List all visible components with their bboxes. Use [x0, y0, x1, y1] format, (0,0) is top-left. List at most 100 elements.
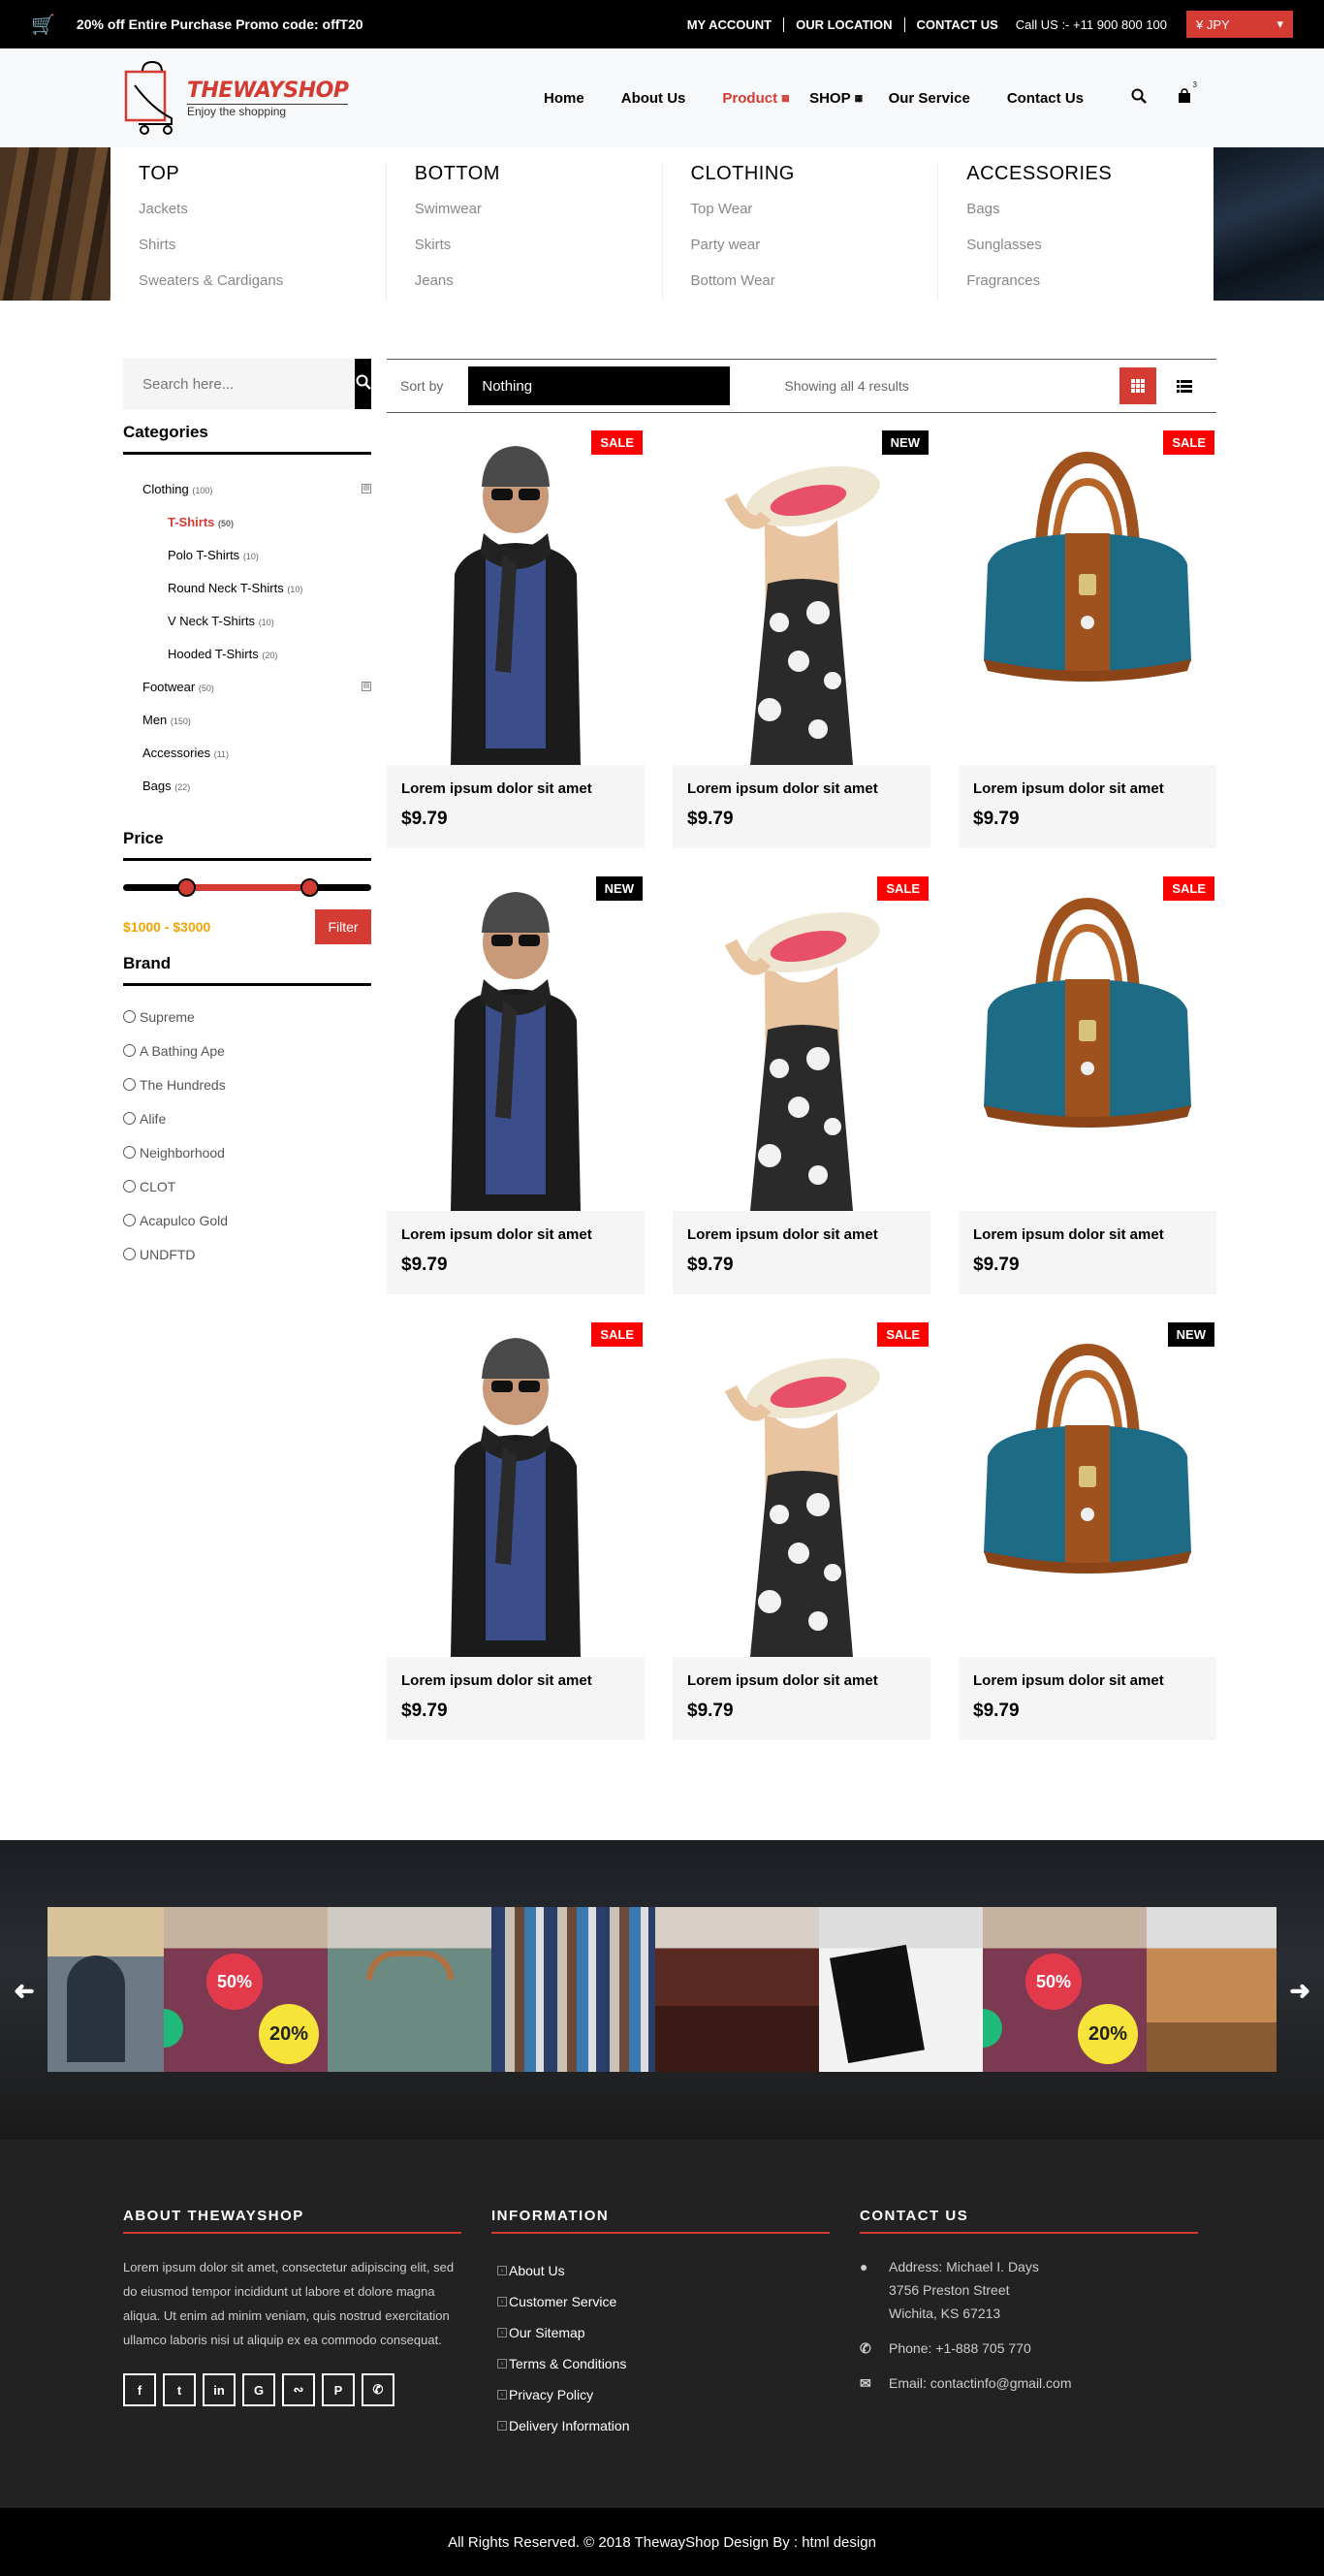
search-icon[interactable] [1131, 88, 1147, 109]
product-card[interactable]: NEW Lorem ipsum dolor sit amet $9.79 [387, 875, 645, 1294]
gallery-tile-sale-2[interactable]: 50% 20% [983, 1907, 1147, 2072]
category-hooded[interactable]: Hooded T-Shirts (20) [168, 637, 371, 670]
category-polo-t-shirts[interactable]: Polo T-Shirts (10) [168, 538, 371, 571]
whatsapp-icon[interactable]: ✆ [362, 2373, 394, 2406]
mega-link[interactable]: Top Wear [691, 201, 910, 217]
category-clothing[interactable]: Clothing (100) ▤ [142, 472, 371, 505]
price-slider[interactable] [123, 873, 371, 902]
facebook-icon[interactable]: f [123, 2373, 156, 2406]
mega-link[interactable]: Shirts [139, 237, 358, 253]
footer-link-about[interactable]: › About Us [491, 2255, 830, 2286]
radio-icon[interactable] [123, 1078, 136, 1091]
category-bags[interactable]: Bags (22) [142, 769, 371, 802]
brand-option[interactable]: UNDFTD [123, 1237, 371, 1271]
footer-link-delivery[interactable]: › Delivery Information [491, 2410, 830, 2441]
brand-option[interactable]: CLOT [123, 1169, 371, 1203]
mega-link[interactable]: Bags [966, 201, 1185, 217]
arrow-left-icon[interactable]: ➜ [14, 1976, 35, 2006]
category-t-shirts[interactable]: T-Shirts (50) [168, 505, 371, 538]
radio-icon[interactable] [123, 1112, 136, 1125]
nav-product[interactable]: Product ▦ [704, 90, 809, 107]
twitter-icon[interactable]: t [163, 2373, 196, 2406]
footer-link-terms[interactable]: › Terms & Conditions [491, 2348, 830, 2379]
nav-home[interactable]: Home [525, 90, 603, 107]
email-text[interactable]: Email: contactinfo@gmail.com [889, 2371, 1072, 2395]
mega-link[interactable]: Swimwear [415, 201, 634, 217]
gallery-tile-shoes[interactable] [655, 1907, 819, 2072]
product-name[interactable]: Lorem ipsum dolor sit amet [973, 780, 1202, 797]
product-card[interactable]: SALE Lorem ipsum dolor sit amet $9.79 [387, 1320, 645, 1740]
my-account-link[interactable]: MY ACCOUNT [676, 16, 785, 32]
mega-link[interactable]: Jeans [415, 272, 634, 289]
category-accessories[interactable]: Accessories (11) [142, 736, 371, 769]
footer-link-customer-service[interactable]: › Customer Service [491, 2286, 830, 2317]
pinterest-icon[interactable]: P [322, 2373, 355, 2406]
footer-link-privacy[interactable]: › Privacy Policy [491, 2379, 830, 2410]
category-round-neck[interactable]: Round Neck T-Shirts (10) [168, 571, 371, 604]
nav-contact-us[interactable]: Contact Us [989, 90, 1102, 107]
collapse-icon[interactable]: ▤ [362, 484, 371, 493]
product-image[interactable]: SALE [387, 429, 645, 765]
product-card[interactable]: SALE Lorem ipsum dolor sit amet $9.79 [673, 1320, 930, 1740]
product-image[interactable]: NEW [959, 1320, 1216, 1657]
brand-option[interactable]: Supreme [123, 1000, 371, 1034]
product-name[interactable]: Lorem ipsum dolor sit amet [401, 1672, 630, 1689]
product-name[interactable]: Lorem ipsum dolor sit amet [687, 1672, 916, 1689]
product-name[interactable]: Lorem ipsum dolor sit amet [973, 1672, 1202, 1689]
radio-icon[interactable] [123, 1044, 136, 1057]
google-plus-icon[interactable]: G [242, 2373, 275, 2406]
product-name[interactable]: Lorem ipsum dolor sit amet [973, 1226, 1202, 1243]
slider-handle-max[interactable] [300, 878, 319, 897]
cart-bag-icon[interactable]: 3 [1178, 80, 1197, 108]
grid-view-icon[interactable] [1119, 367, 1156, 404]
product-card[interactable]: SALE Lorem ipsum dolor sit amet $9.79 [673, 875, 930, 1294]
category-v-neck[interactable]: V Neck T-Shirts (10) [168, 604, 371, 637]
search-button[interactable] [355, 359, 371, 409]
radio-icon[interactable] [123, 1214, 136, 1226]
product-card[interactable]: NEW Lorem ipsum dolor sit amet $9.79 [673, 429, 930, 848]
list-view-icon[interactable] [1166, 367, 1203, 404]
category-men[interactable]: Men (150) [142, 703, 371, 736]
slider-handle-min[interactable] [177, 878, 196, 897]
mega-link[interactable]: Fragrances [966, 272, 1185, 289]
nav-about-us[interactable]: About Us [603, 90, 705, 107]
sort-select[interactable]: Nothing [468, 366, 731, 405]
currency-select[interactable]: ¥ JPY ▾ [1186, 11, 1293, 38]
mega-link[interactable]: Party wear [691, 237, 910, 253]
gallery-tile-sale[interactable]: 50% 20% [164, 1907, 328, 2072]
radio-icon[interactable] [123, 1146, 136, 1159]
our-location-link[interactable]: OUR LOCATION [784, 16, 905, 32]
mega-link[interactable]: Jackets [139, 201, 358, 217]
brand-option[interactable]: Acapulco Gold [123, 1203, 371, 1237]
mega-link[interactable]: Skirts [415, 237, 634, 253]
footer-link-sitemap[interactable]: › Our Sitemap [491, 2317, 830, 2348]
brand-option[interactable]: The Hundreds [123, 1067, 371, 1101]
arrow-right-icon[interactable]: ➜ [1289, 1976, 1310, 2006]
product-name[interactable]: Lorem ipsum dolor sit amet [401, 780, 630, 797]
radio-icon[interactable] [123, 1010, 136, 1023]
mega-link[interactable]: Sunglasses [966, 237, 1185, 253]
linkedin-icon[interactable]: in [203, 2373, 236, 2406]
radio-icon[interactable] [123, 1180, 136, 1193]
product-image[interactable]: SALE [387, 1320, 645, 1657]
product-name[interactable]: Lorem ipsum dolor sit amet [687, 1226, 916, 1243]
brand-option[interactable]: A Bathing Ape [123, 1034, 371, 1067]
category-footwear[interactable]: Footwear (50) ▤ [142, 670, 371, 703]
expand-icon[interactable]: ▤ [362, 682, 371, 691]
product-image[interactable]: NEW [387, 875, 645, 1211]
product-image[interactable]: SALE [673, 875, 930, 1211]
nav-shop[interactable]: SHOP ▦ [809, 90, 870, 107]
gallery-tile-shirt[interactable] [328, 1907, 491, 2072]
mega-link[interactable]: Bottom Wear [691, 272, 910, 289]
nav-our-service[interactable]: Our Service [870, 90, 989, 107]
contact-us-link[interactable]: CONTACT US [905, 17, 1010, 32]
filter-button[interactable]: Filter [315, 909, 371, 944]
gallery-tile-branding[interactable] [819, 1907, 983, 2072]
product-card[interactable]: SALE Lorem ipsum dolor sit amet $9.79 [959, 875, 1216, 1294]
product-image[interactable]: SALE [959, 429, 1216, 765]
product-image[interactable]: SALE [673, 1320, 930, 1657]
product-card[interactable]: SALE Lorem ipsum dolor sit amet $9.79 [387, 429, 645, 848]
product-name[interactable]: Lorem ipsum dolor sit amet [687, 780, 916, 797]
mega-link[interactable]: Sweaters & Cardigans [139, 272, 358, 289]
product-name[interactable]: Lorem ipsum dolor sit amet [401, 1226, 630, 1243]
